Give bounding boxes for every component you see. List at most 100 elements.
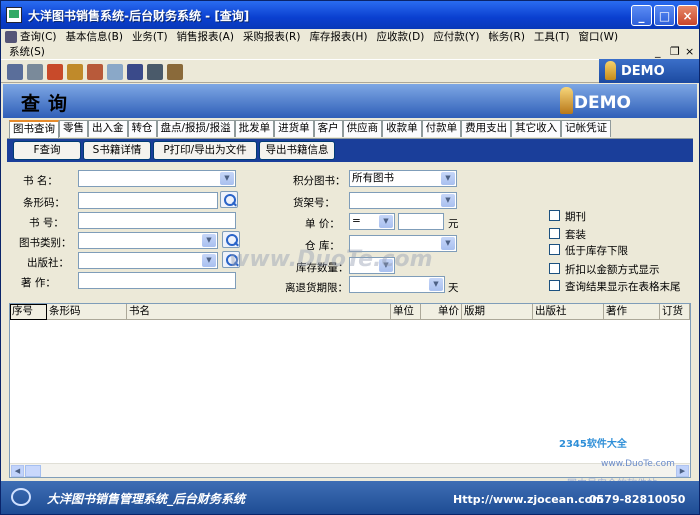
menu-window[interactable]: 窗口(W) [579,29,619,44]
col-author[interactable]: 著作 [604,304,660,320]
scroll-right-icon[interactable]: ▶ [676,465,689,477]
document-icon[interactable] [27,64,43,80]
publisher-select[interactable] [78,252,218,269]
tab-customer[interactable]: 客户 [313,120,343,137]
publisher-label: 出版社： [27,257,69,269]
menu-tools[interactable]: 工具(T) [534,29,570,44]
points-label: 积分图书： [293,175,346,187]
checkbox-discount-amount-label: 折扣以金额方式显示 [565,264,660,276]
results-grid[interactable]: 序号 条形码 书名 单位 单价 版期 出版社 著作 订货 ◀ ▶ [9,303,691,478]
overdue-select[interactable] [349,276,445,293]
tab-purchase[interactable]: 进货单 [274,120,314,137]
settings-icon[interactable] [147,64,163,80]
toolbar [1,59,699,83]
calculator-icon[interactable] [127,64,143,80]
tool-icon[interactable] [107,64,123,80]
menu-sales-report[interactable]: 销售报表(A) [177,29,234,44]
close-button[interactable]: × [677,5,698,26]
author-input[interactable] [78,272,236,289]
page-header: 查询 DEMO [3,84,697,118]
tab-supplier[interactable]: 供应商 [342,120,383,137]
title-bar: 大洋图书销售系统-后台财务系统 - [查询] _ □ × [1,1,699,29]
category-search-icon[interactable] [222,231,240,248]
tab-receipt[interactable]: 收款单 [382,120,422,137]
tab-expense[interactable]: 费用支出 [461,120,512,137]
tab-wholesale[interactable]: 批发单 [234,120,275,137]
menu-business[interactable]: 业务(T) [132,29,168,44]
query-form: 书 名： 条形码： 书 号： 图书类别： 出版社： 著 作： 积分图书： 所有图… [1,164,699,301]
watermark-center: www.DuoTe.com [229,247,433,272]
price-operator-select[interactable]: = [349,213,395,230]
checkbox-results-at-end[interactable] [549,280,560,291]
tab-inventory[interactable]: 盘点/报损/报溢 [156,120,235,137]
checkbox-periodical-label: 期刊 [565,211,586,223]
checkbox-discount-amount[interactable] [549,263,560,274]
barcode-label: 条形码： [23,197,65,209]
app-window: 大洋图书销售系统-后台财务系统 - [查询] _ □ × 查询(C) 基本信息(… [0,0,700,515]
book-detail-button[interactable]: S书籍详情 [83,141,151,160]
tab-book-query[interactable]: 图书查询 [9,120,59,138]
col-publisher[interactable]: 出版社 [533,304,604,320]
col-order[interactable]: 订货 [660,304,690,320]
col-price[interactable]: 单价 [421,304,462,320]
footer-phone: 0579-82810050 [589,493,686,506]
user-icon[interactable] [87,64,103,80]
tab-transfer[interactable]: 转仓 [127,120,157,137]
barcode-search-icon[interactable] [220,191,238,208]
shelf-select[interactable] [349,192,457,209]
query-button[interactable]: F查询 [13,141,81,160]
col-barcode[interactable]: 条形码 [47,304,127,320]
checkbox-periodical[interactable] [549,210,560,221]
mascot-icon [560,87,573,114]
barcode-input[interactable] [78,192,218,209]
col-index[interactable]: 序号 [10,304,47,320]
mdi-minimize-button[interactable]: _ [655,45,661,58]
key-icon[interactable] [167,64,183,80]
book-name-select[interactable] [78,170,236,187]
scroll-thumb[interactable] [25,465,41,477]
footer-bar: 大洋图书销售管理系统_后台财务系统 Http://www.zjocean.com… [1,481,699,514]
maximize-button[interactable]: □ [654,5,675,26]
menu-basic-info[interactable]: 基本信息(B) [66,29,123,44]
tab-retail[interactable]: 零售 [59,120,88,137]
tab-voucher[interactable]: 记帐凭证 [561,120,612,137]
minimize-button[interactable]: _ [631,5,652,26]
price-label: 单 价： [305,218,340,230]
header-demo-label: DEMO [573,93,631,113]
menu-stock-report[interactable]: 库存报表(H) [309,29,367,44]
col-unit[interactable]: 单位 [391,304,421,320]
checkbox-set[interactable] [549,228,560,239]
mdi-restore-button[interactable]: ❐ [670,45,680,58]
checkbox-below-min-stock[interactable] [549,244,560,255]
checkbox-results-at-end-label: 查询结果显示在表格末尾 [565,281,681,293]
footer-url[interactable]: Http://www.zjocean.com [453,493,604,506]
tab-payment[interactable]: 付款单 [421,120,462,137]
scroll-left-icon[interactable]: ◀ [11,465,24,477]
print-export-button[interactable]: P打印/导出为文件 [153,141,257,160]
figure-icon [605,61,616,80]
tab-cash[interactable]: 出入金 [88,120,128,137]
menu-payable[interactable]: 应付款(Y) [433,29,479,44]
author-label: 著 作： [21,277,56,289]
price-input[interactable] [398,213,444,230]
tab-other-income[interactable]: 其它收入 [511,120,562,137]
menu-purchase-report[interactable]: 采购报表(R) [243,29,301,44]
person-icon[interactable] [47,64,63,80]
menu-receivable[interactable]: 应收款(D) [377,29,425,44]
col-edition[interactable]: 版期 [462,304,533,320]
tab-strip: 图书查询 零售 出入金 转仓 盘点/报损/报溢 批发单 进货单 客户 供应商 收… [9,120,612,138]
menu-system[interactable]: 系统(S) [1,44,699,58]
watermark-site: www.DuoTe.com [601,459,675,469]
menu-accounts[interactable]: 帐务(R) [488,29,525,44]
book-no-input[interactable] [78,212,236,229]
category-select[interactable] [78,232,218,249]
people-icon[interactable] [67,64,83,80]
points-select[interactable]: 所有图书 [349,170,457,187]
col-title[interactable]: 书名 [127,304,391,320]
demo-badge-label: DEMO [621,63,665,79]
open-icon[interactable] [7,64,23,80]
menu-query[interactable]: 查询(C) [20,29,57,44]
mdi-close-button[interactable]: × [685,45,694,58]
footer-title: 大洋图书销售管理系统_后台财务系统 [47,492,246,506]
export-books-button[interactable]: 导出书籍信息 [259,141,335,160]
